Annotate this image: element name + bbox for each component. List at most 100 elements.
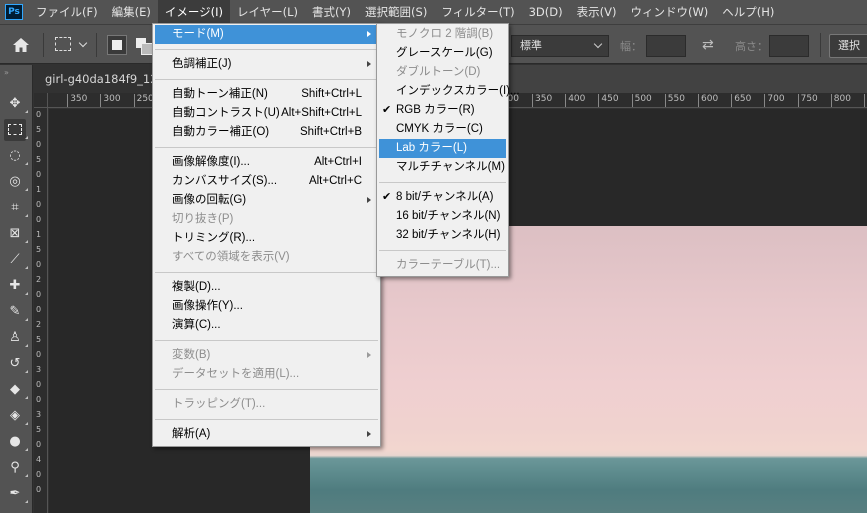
marquee-icon[interactable] — [4, 119, 28, 141]
menu-item: モノクロ 2 階調(B) — [379, 25, 506, 44]
brush-icon[interactable]: ✎ — [4, 301, 28, 323]
menu-item-label: 8 bit/チャンネル(A) — [396, 191, 494, 203]
ruler-label: 2 — [36, 275, 42, 284]
add-to-selection-icon[interactable] — [134, 35, 154, 55]
rectangular-marquee-icon[interactable] — [55, 37, 71, 51]
menu-item-shortcut: Alt+Shift+Ctrl+L — [281, 107, 362, 119]
menu-item-label: カンバスサイズ(S)... — [172, 175, 278, 187]
menu-item[interactable]: ✔ 8 bit/チャンネル(A) — [379, 188, 506, 207]
select-and-mask-button[interactable]: 選択 — [829, 34, 867, 58]
submenu-arrow-icon — [367, 61, 371, 67]
menu-item-shortcut: Shift+Ctrl+L — [301, 88, 362, 100]
new-selection-icon[interactable] — [107, 35, 127, 55]
chevron-down-icon[interactable] — [78, 38, 88, 48]
menu-item: 切り抜き(P) — [155, 210, 378, 229]
pen-icon[interactable]: ✒ — [4, 483, 28, 505]
menu-item-label: 解析(A) — [172, 428, 211, 440]
menu-item-label: モノクロ 2 階調(B) — [396, 28, 494, 40]
style-select[interactable]: 標準 — [511, 35, 609, 57]
width-input[interactable] — [646, 35, 686, 57]
divider — [96, 33, 97, 57]
menu-item-label: 画像解像度(I)... — [172, 156, 250, 168]
menu-item[interactable]: モード(M) — [155, 25, 378, 44]
menu-item[interactable]: 32 bit/チャンネル(H) — [379, 226, 506, 245]
vertical-ruler[interactable]: 0 5 0 5 0 1 0 0 1 5 0 2 0 0 2 5 0 3 0 0 3 5 0 4 0 0 — [34, 108, 48, 513]
history-brush-icon[interactable]: ↺ — [4, 353, 28, 375]
menu-item-label: 自動トーン補正(N) — [172, 88, 268, 100]
menu-item[interactable]: 画像操作(Y)... — [155, 297, 378, 316]
lasso-icon[interactable]: ◌ — [4, 145, 28, 167]
menu-item[interactable]: 色調補正(J) — [155, 55, 378, 74]
ruler-label: 600 — [698, 94, 718, 107]
menu-item[interactable]: カンバスサイズ(S)... Alt+Ctrl+C — [155, 172, 378, 191]
healing-icon[interactable]: ✚ — [4, 275, 28, 297]
ruler-label: 0 — [36, 170, 42, 179]
menu-item[interactable]: ✔ RGB カラー(R) — [379, 101, 506, 120]
ruler-label: 0 — [36, 380, 42, 389]
frame-icon[interactable]: ⊠ — [4, 223, 28, 245]
ruler-label: 300 — [100, 94, 121, 107]
menu-item[interactable]: 表示(V) — [570, 0, 624, 24]
swap-icon[interactable]: ⇄ — [702, 37, 714, 53]
menu-item-label: 演算(C)... — [172, 319, 221, 331]
menu-item-label: インデックスカラー(I)... — [396, 85, 520, 97]
menu-item[interactable]: Lab カラー(L) — [379, 139, 506, 158]
submenu-arrow-icon — [367, 197, 371, 203]
menu-item[interactable]: 選択範囲(S) — [358, 0, 434, 24]
menu-separator — [155, 79, 378, 80]
menu-item-label: 自動コントラスト(U) — [172, 107, 280, 119]
blur-icon[interactable]: ● — [4, 431, 28, 453]
menu-item[interactable]: 自動コントラスト(U) Alt+Shift+Ctrl+L — [155, 104, 378, 123]
menu-item[interactable]: イメージ(I) — [157, 0, 230, 24]
menu-item[interactable]: ウィンドウ(W) — [623, 0, 715, 24]
menu-item[interactable]: 演算(C)... — [155, 316, 378, 335]
menu-item-label: すべての領域を表示(V) — [172, 251, 290, 263]
eraser-icon[interactable]: ◆ — [4, 379, 28, 401]
menu-item: データセットを適用(L)... — [155, 365, 378, 384]
menu-item[interactable]: 編集(E) — [105, 0, 158, 24]
menu-item[interactable]: 画像の回転(G) — [155, 191, 378, 210]
ruler-label: 450 — [598, 94, 619, 107]
move-icon[interactable]: ✥ — [4, 93, 28, 115]
crop-icon[interactable]: ⌗ — [4, 197, 28, 219]
menu-item[interactable]: CMYK カラー(C) — [379, 120, 506, 139]
menu-item: カラーテーブル(T)... — [379, 256, 506, 275]
menu-item[interactable]: 16 bit/チャンネル(N) — [379, 207, 506, 226]
menu-item[interactable]: マルチチャンネル(M) — [379, 158, 506, 177]
ruler-label: 5 — [36, 335, 42, 344]
menu-item[interactable]: トリミング(R)... — [155, 229, 378, 248]
menu-item[interactable]: フィルター(T) — [434, 0, 521, 24]
menu-item[interactable]: 画像解像度(I)... Alt+Ctrl+I — [155, 153, 378, 172]
menu-item[interactable]: インデックスカラー(I)... — [379, 82, 520, 101]
ruler-label: 400 — [565, 94, 585, 107]
panel-collapse-icon[interactable]: » — [4, 68, 9, 77]
menu-item[interactable]: 書式(Y) — [305, 0, 358, 24]
ruler-label: 500 — [631, 94, 652, 107]
menu-item-label: 変数(B) — [172, 349, 211, 361]
menu-separator — [155, 49, 378, 50]
ruler-label: 0 — [36, 260, 42, 269]
menu-item[interactable]: 自動カラー補正(O) Shift+Ctrl+B — [155, 123, 378, 142]
menu-item-label: 自動カラー補正(O) — [172, 126, 270, 138]
paint-bucket-icon[interactable]: ◈ — [4, 405, 28, 427]
menu-item[interactable]: 解析(A) — [155, 425, 378, 444]
home-icon[interactable] — [11, 36, 31, 54]
menu-item[interactable]: レイヤー(L) — [230, 0, 305, 24]
document-tab[interactable]: girl-g40da184f9_12 — [34, 65, 152, 93]
menu-item: すべての領域を表示(V) — [155, 248, 378, 267]
menu-item[interactable]: 自動トーン補正(N) Shift+Ctrl+L — [155, 85, 378, 104]
menu-item[interactable]: 複製(D)... — [155, 278, 378, 297]
ruler-label: 0 — [36, 200, 42, 209]
eyedropper-icon[interactable]: ⟋ — [4, 249, 28, 271]
quick-select-icon[interactable]: ◎ — [4, 171, 28, 193]
ruler-corner[interactable] — [34, 93, 48, 108]
clone-stamp-icon[interactable]: ♙ — [4, 327, 28, 349]
menu-item[interactable]: グレースケール(G) — [379, 44, 506, 63]
menu-item[interactable]: ファイル(F) — [29, 0, 105, 24]
menu-item[interactable]: ヘルプ(H) — [715, 0, 781, 24]
dodge-icon[interactable]: ⚲ — [4, 457, 28, 479]
menu-item-label: 色調補正(J) — [172, 58, 232, 70]
height-input[interactable] — [769, 35, 809, 57]
menu-separator — [155, 272, 378, 273]
menu-item[interactable]: 3D(D) — [522, 0, 570, 24]
